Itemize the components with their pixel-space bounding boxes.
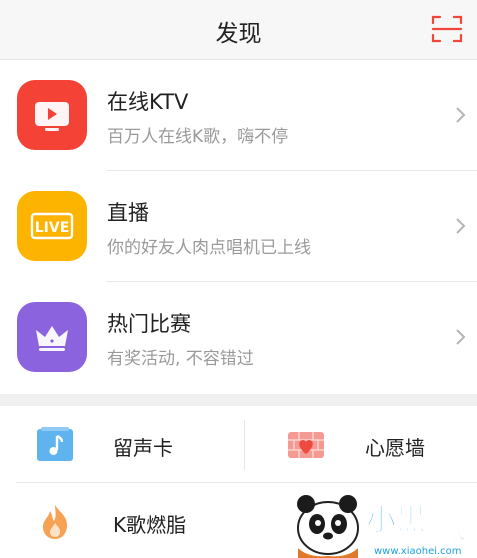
chevron-right-icon	[456, 107, 466, 123]
tv-play-icon	[17, 80, 87, 150]
list-item-subtitle: 百万人在线K歌，嗨不停	[107, 127, 289, 147]
section-gap	[0, 394, 477, 406]
grid-item-k-song-burn[interactable]: K歌燃脂	[0, 483, 238, 558]
grid-item-label: K歌燃脂	[113, 513, 187, 537]
music-card-icon	[37, 427, 73, 461]
watermark-logo: 小黑 游戏 www.xiaohei.com	[286, 488, 477, 558]
chevron-right-icon	[456, 329, 466, 345]
grid-item-wish-wall[interactable]: 心愿墙	[239, 406, 477, 482]
live-badge-icon: LIVE	[17, 191, 87, 261]
flame-icon	[43, 505, 68, 539]
svg-text:www.xiaohei.com: www.xiaohei.com	[374, 546, 462, 557]
discover-list: 在线KTV 百万人在线K歌，嗨不停 LIVE 直播 你的好友人肉点唱机已上线 热…	[0, 60, 477, 394]
svg-text:小黑: 小黑	[366, 503, 426, 538]
scan-icon[interactable]	[431, 14, 463, 44]
grid-item-music-card[interactable]: 留声卡	[0, 406, 238, 482]
list-item-title: 热门比赛	[107, 312, 191, 336]
list-item-title: 在线KTV	[107, 90, 189, 114]
list-item-contest[interactable]: 热门比赛 有奖活动, 不容错过	[0, 282, 477, 393]
list-item-live[interactable]: LIVE 直播 你的好友人肉点唱机已上线	[0, 171, 477, 282]
list-item-subtitle: 有奖活动, 不容错过	[107, 349, 254, 369]
grid-item-label: 留声卡	[113, 436, 173, 460]
list-item-subtitle: 你的好友人肉点唱机已上线	[107, 238, 311, 258]
chevron-right-icon	[456, 218, 466, 234]
heart-wall-icon	[288, 432, 324, 458]
svg-text:游戏: 游戏	[426, 519, 466, 543]
crown-icon	[17, 302, 87, 372]
svg-text:LIVE: LIVE	[35, 220, 70, 236]
list-item-title: 直播	[107, 201, 149, 225]
top-bar: 发现	[0, 0, 477, 60]
page-title: 发现	[215, 21, 262, 47]
grid-item-label: 心愿墙	[365, 436, 425, 460]
list-item-ktv[interactable]: 在线KTV 百万人在线K歌，嗨不停	[0, 60, 477, 171]
